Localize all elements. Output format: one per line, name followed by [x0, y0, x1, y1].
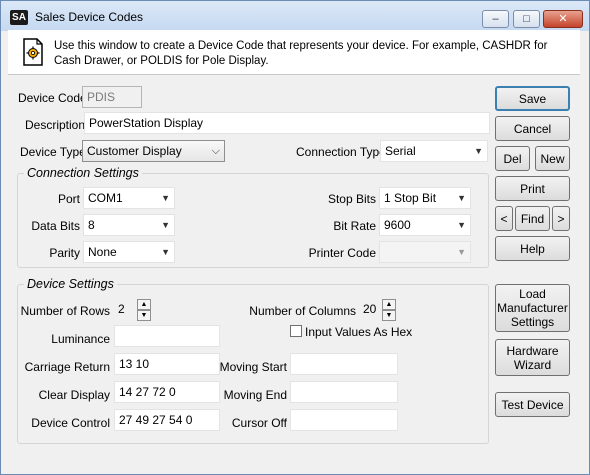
device-type-value: Customer Display — [87, 144, 182, 158]
stop-bits-value: 1 Stop Bit — [384, 191, 437, 205]
columns-spinner[interactable]: ▲ ▼ — [382, 299, 396, 321]
load-manufacturer-button[interactable]: Load Manufacturer Settings — [495, 284, 570, 332]
chevron-down-icon: ⌵ — [211, 145, 220, 157]
clear-display-field[interactable]: 14 27 72 0 — [114, 381, 220, 403]
dropdown-arrow-icon: ▼ — [474, 146, 483, 156]
document-gear-icon — [23, 38, 43, 66]
data-bits-dropdown[interactable]: 8 ▼ — [83, 214, 175, 236]
find-button[interactable]: Find — [515, 206, 550, 231]
carriage-return-label: Carriage Return — [24, 360, 110, 374]
bit-rate-dropdown[interactable]: 9600 ▼ — [379, 214, 471, 236]
carriage-return-field[interactable]: 13 10 — [114, 353, 220, 375]
printer-code-dropdown[interactable]: ▼ — [379, 241, 471, 263]
dropdown-arrow-icon: ▼ — [457, 220, 466, 230]
columns-label: Number of Columns — [249, 304, 356, 318]
minimize-button[interactable]: – — [482, 10, 509, 28]
stop-bits-label: Stop Bits — [327, 192, 376, 206]
moving-start-field[interactable] — [290, 353, 398, 375]
rows-spinner[interactable]: ▲ ▼ — [137, 299, 151, 321]
connection-type-dropdown[interactable]: Serial ▼ — [380, 140, 488, 162]
dropdown-arrow-icon: ▼ — [457, 247, 466, 257]
dropdown-arrow-icon: ▼ — [161, 193, 170, 203]
columns-value[interactable]: 20 — [360, 299, 383, 321]
device-code-field[interactable]: PDIS — [82, 86, 142, 108]
cursor-off-label: Cursor Off — [231, 416, 287, 430]
bit-rate-value: 9600 — [384, 218, 411, 232]
description-label: Description — [25, 118, 86, 132]
close-button[interactable]: ✕ — [543, 10, 583, 28]
delete-button[interactable]: Del — [495, 146, 530, 171]
window-title: Sales Device Codes — [35, 10, 144, 24]
app-icon: SA — [10, 10, 28, 25]
next-button[interactable]: > — [552, 206, 570, 231]
bit-rate-label: Bit Rate — [333, 219, 376, 233]
device-settings-title: Device Settings — [24, 277, 117, 291]
connection-type-label: Connection Type — [296, 145, 386, 159]
data-bits-value: 8 — [88, 218, 95, 232]
spin-down-icon[interactable]: ▼ — [382, 310, 396, 321]
connection-type-value: Serial — [385, 144, 416, 158]
maximize-button[interactable]: □ — [513, 10, 540, 28]
printer-code-label: Printer Code — [308, 246, 376, 260]
previous-button[interactable]: < — [495, 206, 513, 231]
description-field[interactable]: PowerStation Display — [84, 112, 490, 134]
stop-bits-dropdown[interactable]: 1 Stop Bit ▼ — [379, 187, 471, 209]
hardware-wizard-button[interactable]: Hardware Wizard — [495, 339, 570, 376]
rows-value[interactable]: 2 — [115, 299, 138, 321]
luminance-label: Luminance — [51, 332, 110, 346]
dropdown-arrow-icon: ▼ — [161, 247, 170, 257]
hex-label: Input Values As Hex — [305, 325, 413, 339]
device-control-field[interactable]: 27 49 27 54 0 — [114, 409, 220, 431]
clear-display-label: Clear Display — [38, 388, 110, 402]
rows-label: Number of Rows — [20, 304, 110, 318]
moving-end-label: Moving End — [223, 388, 287, 402]
cursor-off-field[interactable] — [290, 409, 398, 431]
port-label: Port — [57, 192, 80, 206]
info-panel: Use this window to create a Device Code … — [8, 30, 580, 75]
parity-label: Parity — [49, 246, 80, 260]
data-bits-label: Data Bits — [31, 219, 80, 233]
dropdown-arrow-icon: ▼ — [161, 220, 170, 230]
spin-down-icon[interactable]: ▼ — [137, 310, 151, 321]
device-code-label: Device Code — [18, 91, 87, 105]
dropdown-arrow-icon: ▼ — [457, 193, 466, 203]
cancel-button[interactable]: Cancel — [495, 116, 570, 141]
device-type-dropdown[interactable]: Customer Display ⌵ — [82, 140, 225, 162]
device-control-label: Device Control — [31, 416, 110, 430]
connection-settings-title: Connection Settings — [24, 166, 142, 180]
device-type-label: Device Type — [20, 145, 86, 159]
luminance-field[interactable] — [114, 325, 220, 347]
parity-value: None — [88, 245, 117, 259]
new-button[interactable]: New — [535, 146, 570, 171]
help-button[interactable]: Help — [495, 236, 570, 261]
title-bar: SA Sales Device Codes – □ ✕ — [1, 1, 589, 31]
test-device-button[interactable]: Test Device — [495, 392, 570, 417]
moving-start-label: Moving Start — [219, 360, 287, 374]
hex-checkbox[interactable] — [290, 325, 302, 337]
info-text: Use this window to create a Device Code … — [54, 40, 548, 67]
moving-end-field[interactable] — [290, 381, 398, 403]
port-dropdown[interactable]: COM1 ▼ — [83, 187, 175, 209]
spin-up-icon[interactable]: ▲ — [382, 299, 396, 310]
parity-dropdown[interactable]: None ▼ — [83, 241, 175, 263]
print-button[interactable]: Print — [495, 176, 570, 201]
spin-up-icon[interactable]: ▲ — [137, 299, 151, 310]
port-value: COM1 — [88, 191, 123, 205]
save-button[interactable]: Save — [495, 86, 570, 111]
